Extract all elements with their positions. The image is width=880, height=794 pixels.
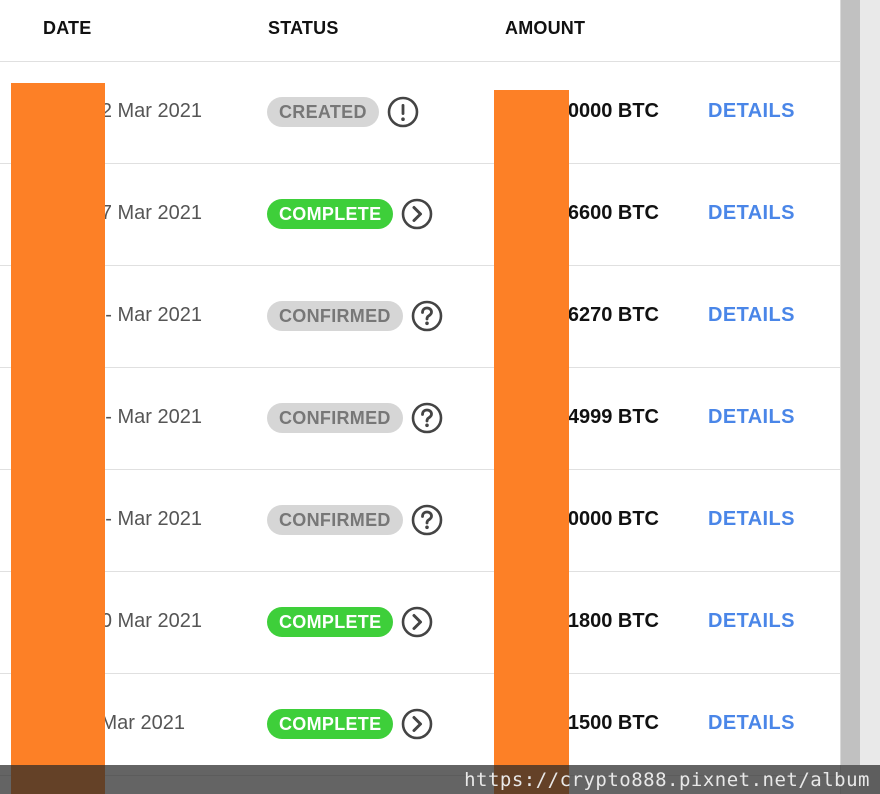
table-row: Mar 2021 COMPLETE 1500 BTC DETAILS (0, 674, 840, 776)
transactions-panel: DATE STATUS AMOUNT 2 Mar 2021 CREATED 00… (0, 0, 840, 794)
details-link[interactable]: DETAILS (708, 202, 795, 225)
table-row: 0 Mar 2021 COMPLETE 1800 BTC DETAILS (0, 572, 840, 674)
details-link[interactable]: DETAILS (708, 610, 795, 633)
table-row: - Mar 2021 CONFIRMED 0000 BTC DETAILS (0, 470, 840, 572)
details-link[interactable]: DETAILS (708, 712, 795, 735)
table-row: - Mar 2021 CONFIRMED 4999 BTC DETAILS (0, 368, 840, 470)
table-row: 7 Mar 2021 COMPLETE 6600 BTC DETAILS (0, 164, 840, 266)
details-link[interactable]: DETAILS (708, 304, 795, 327)
header-date[interactable]: DATE (43, 18, 91, 39)
table-header: DATE STATUS AMOUNT (0, 0, 840, 62)
details-link[interactable]: DETAILS (708, 100, 795, 123)
redaction-block-left (11, 83, 105, 794)
watermark-text: https://crypto888.pixnet.net/album (464, 769, 870, 791)
redaction-block-amount (494, 90, 569, 794)
details-link[interactable]: DETAILS (708, 406, 795, 429)
watermark-bar: https://crypto888.pixnet.net/album (0, 765, 880, 794)
details-link[interactable]: DETAILS (708, 508, 795, 531)
scrollbar-thumb[interactable] (841, 0, 860, 765)
table-row: 2 Mar 2021 CREATED 0000 BTC DETAILS (0, 62, 840, 164)
table-row: - Mar 2021 CONFIRMED 6270 BTC DETAILS (0, 266, 840, 368)
header-status[interactable]: STATUS (268, 18, 339, 39)
header-amount[interactable]: AMOUNT (505, 18, 585, 39)
